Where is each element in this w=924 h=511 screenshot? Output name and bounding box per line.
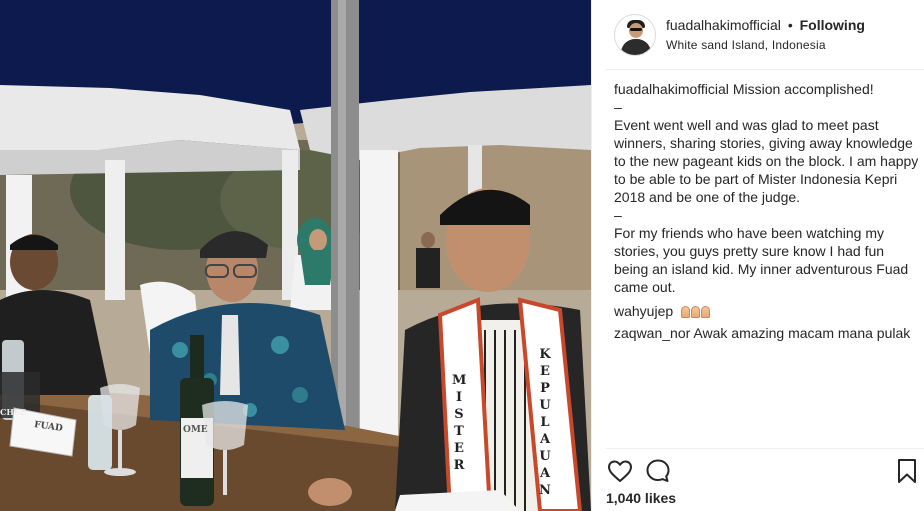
sash-letter: U: [539, 449, 551, 464]
comments-list: fuadalhakimofficial Mission accomplished…: [614, 80, 919, 342]
bookmark-outline-icon: [898, 459, 916, 483]
sash-letter: P: [540, 381, 550, 396]
sash-right-text: K E P U L A U A N: [538, 346, 552, 499]
sash-letter: I: [455, 390, 463, 405]
sash-letter: R: [453, 458, 465, 473]
comment-button[interactable]: [644, 457, 672, 485]
location-link[interactable]: White sand Island, Indonesia: [666, 37, 865, 53]
like-button[interactable]: [606, 457, 634, 485]
post-header: fuadalhakimofficial • Following White sa…: [592, 0, 924, 69]
header-line: fuadalhakimofficial • Following: [666, 17, 865, 34]
glass-label: CHEE: [0, 407, 27, 417]
sash-letter: E: [540, 364, 550, 379]
sash-letter: A: [539, 466, 551, 481]
avatar-sunglasses: [630, 27, 642, 31]
sash-letter: E: [454, 441, 464, 456]
comment-item: zaqwan_nor Awak amazing macam mana pulak: [614, 324, 919, 342]
save-button[interactable]: [893, 457, 921, 485]
sash-letter: L: [540, 415, 550, 430]
sash-letter: M: [452, 373, 467, 388]
avatar-body: [621, 38, 651, 55]
likes-count[interactable]: 1,040 likes: [606, 490, 676, 506]
post-side-panel: fuadalhakimofficial • Following White sa…: [591, 0, 924, 511]
header-separator: •: [787, 16, 793, 33]
following-button[interactable]: Following: [800, 17, 865, 33]
header-username[interactable]: fuadalhakimofficial: [666, 17, 781, 33]
sash-letter: N: [539, 483, 551, 498]
comment-text: Awak amazing macam mana pulak: [693, 325, 911, 341]
divider: [606, 448, 924, 449]
comment-item: wahyujep: [614, 302, 919, 320]
event-scene: [0, 0, 591, 511]
caption-text: Mission accomplished! – Event went well …: [614, 81, 919, 295]
sash-letter: S: [454, 407, 464, 422]
caption-username[interactable]: fuadalhakimofficial: [614, 81, 729, 97]
speech-bubble-icon: [646, 459, 670, 482]
heart-outline-icon: [608, 460, 632, 482]
action-bar: [606, 455, 916, 487]
avatar[interactable]: [614, 13, 656, 56]
sash-letter: A: [539, 432, 551, 447]
bottle-label: OME: [183, 425, 208, 435]
sash-letter: U: [539, 398, 551, 413]
sash-letter: K: [539, 347, 551, 362]
divider: [606, 69, 924, 70]
praying-hands-icon: [681, 302, 711, 320]
comment-username[interactable]: wahyujep: [614, 303, 673, 319]
sash-left-text: M I S T E R: [452, 372, 466, 474]
instagram-post: FUAD OME CHEE M I S T E R K E P U L A U …: [0, 0, 924, 511]
header-text: fuadalhakimofficial • Following White sa…: [666, 17, 865, 53]
post-photo[interactable]: FUAD OME CHEE M I S T E R K E P U L A U …: [0, 0, 591, 511]
comment-username[interactable]: zaqwan_nor: [614, 325, 690, 341]
caption: fuadalhakimofficial Mission accomplished…: [614, 80, 919, 296]
sash-letter: T: [454, 424, 464, 439]
